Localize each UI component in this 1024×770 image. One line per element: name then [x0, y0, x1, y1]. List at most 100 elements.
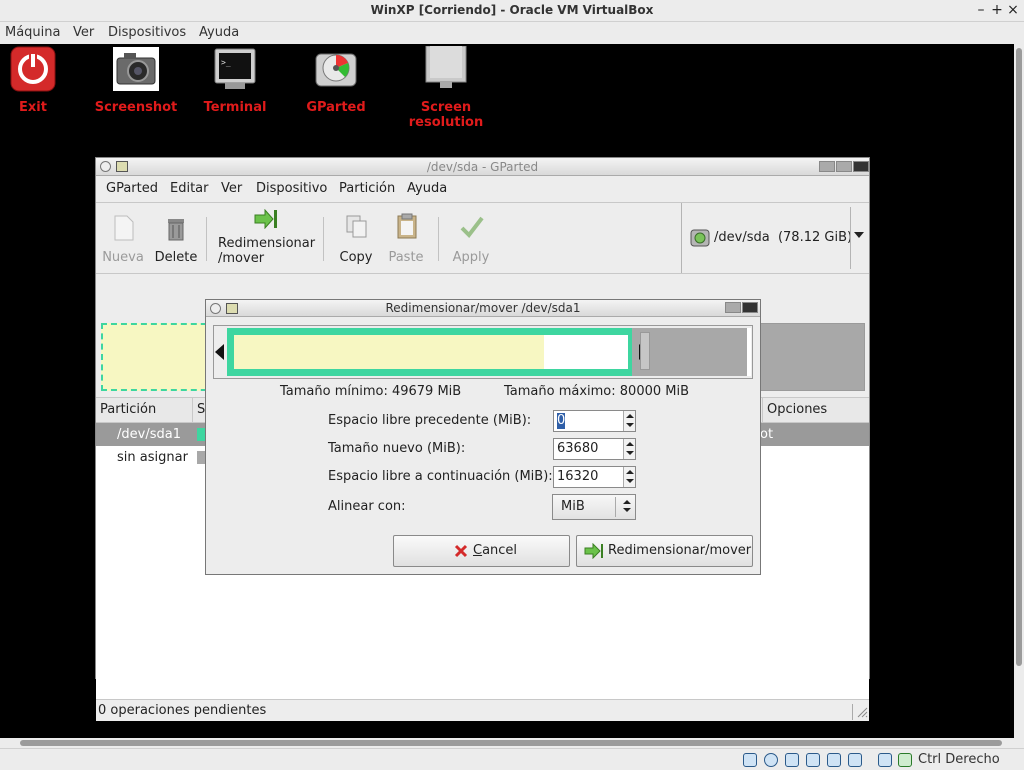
new-size-spinbox[interactable]: 63680	[553, 438, 636, 460]
maximize-button[interactable]	[836, 161, 852, 172]
delete-button[interactable]: Delete	[150, 203, 202, 273]
resize-grip-icon[interactable]	[856, 706, 868, 718]
checkmark-icon	[460, 216, 484, 239]
host-minimize-button[interactable]: –	[973, 1, 989, 19]
resize-partition-map	[213, 325, 753, 379]
free-before-value[interactable]: 0	[557, 413, 566, 429]
spin-down-icon[interactable]	[626, 451, 634, 455]
device-selector[interactable]: /dev/sda (78.12 GiB)	[681, 203, 869, 273]
new-button[interactable]: Nueva	[98, 203, 148, 273]
spin-stepper[interactable]	[623, 411, 635, 431]
desktop-icon-terminal[interactable]: >_ Terminal	[185, 46, 285, 115]
monitor-icon	[425, 45, 467, 88]
hard-disk-icon[interactable]	[743, 753, 757, 767]
toolbar-separator	[438, 217, 439, 261]
spin-up-icon[interactable]	[626, 442, 634, 446]
terminal-icon: >_	[214, 48, 256, 89]
chevron-down-icon	[623, 508, 631, 512]
display-icon[interactable]	[827, 753, 841, 767]
free-space-bar	[544, 335, 628, 369]
dialog-title: Redimensionar/mover /dev/sda1	[385, 301, 581, 315]
pending-operations-text: 0 operaciones pendientes	[98, 703, 267, 718]
column-header-particion[interactable]: Partición	[96, 398, 193, 422]
chevron-down-icon[interactable]	[854, 232, 864, 238]
camera-icon	[113, 47, 159, 91]
close-button[interactable]	[742, 302, 758, 313]
scrollbar-thumb[interactable]	[20, 740, 1002, 746]
usb-icon[interactable]	[785, 753, 799, 767]
desktop-icon-label: Exit	[19, 100, 47, 115]
spin-down-icon[interactable]	[626, 479, 634, 483]
menu-ver[interactable]: Ver	[221, 181, 242, 197]
menu-particion[interactable]: Partición	[339, 181, 395, 197]
gparted-menu-bar: GParted Editar Ver Dispositivo Partición…	[96, 177, 869, 201]
used-space-bar	[234, 335, 544, 369]
menu-ayuda[interactable]: Ayuda	[407, 181, 447, 197]
fs-color-swatch	[197, 428, 205, 441]
copy-button[interactable]: Copy	[332, 203, 380, 273]
desktop-icon-screenshot[interactable]: Screenshot	[86, 46, 186, 115]
optical-drive-icon[interactable]	[764, 753, 778, 767]
host-key-arrow-icon[interactable]	[898, 753, 912, 767]
min-size-label: Tamaño mínimo: 49679 MiB	[280, 384, 462, 399]
spin-up-icon[interactable]	[626, 470, 634, 474]
dialog-title-bar[interactable]: Redimensionar/mover /dev/sda1	[206, 300, 760, 317]
scrollbar-thumb[interactable]	[1016, 48, 1022, 666]
resize-move-label: Redimensionar/mover	[608, 543, 752, 558]
hard-disk-icon	[690, 229, 710, 247]
close-button[interactable]	[853, 161, 869, 172]
host-menu-dispositivos[interactable]: Dispositivos	[108, 24, 186, 42]
host-status-bar: Ctrl Derecho	[0, 748, 1024, 770]
menu-gparted[interactable]: GParted	[106, 181, 158, 197]
gparted-title-bar[interactable]: /dev/sda - GParted	[96, 158, 869, 176]
desktop-icon-label: Screen resolution	[408, 100, 484, 130]
host-maximize-button[interactable]: +	[989, 1, 1005, 19]
resize-move-confirm-button[interactable]: Redimensionar/mover	[576, 535, 753, 567]
desktop-icon-label: Terminal	[203, 100, 267, 115]
column-header-opciones[interactable]: Opciones	[762, 398, 869, 422]
host-menu-maquina[interactable]: Máquina	[5, 24, 61, 42]
network-icon[interactable]	[848, 753, 862, 767]
combo-separator	[850, 207, 851, 269]
host-close-button[interactable]: ×	[1005, 1, 1021, 19]
spin-stepper[interactable]	[623, 467, 635, 487]
host-key-label: Ctrl Derecho	[918, 752, 1000, 767]
desktop-icon-screen-resolution[interactable]: Screen resolution	[386, 45, 506, 130]
drag-handle[interactable]	[640, 332, 650, 370]
shared-folders-icon[interactable]	[806, 753, 820, 767]
host-menu-ver[interactable]: Ver	[73, 24, 94, 42]
power-icon	[10, 46, 56, 92]
menu-dispositivo[interactable]: Dispositivo	[256, 181, 327, 197]
host-vertical-scrollbar[interactable]	[1014, 44, 1024, 738]
spin-stepper[interactable]	[623, 439, 635, 459]
free-after-value[interactable]: 16320	[557, 469, 598, 485]
new-size-value[interactable]: 63680	[557, 441, 598, 457]
fs-color-swatch	[197, 451, 205, 464]
resize-arrow-icon	[254, 209, 277, 229]
max-size-label: Tamaño máximo: 80000 MiB	[504, 384, 690, 399]
apply-button[interactable]: Apply	[446, 203, 496, 273]
cancel-button[interactable]: Cancel	[393, 535, 570, 567]
free-after-spinbox[interactable]: 16320	[553, 466, 636, 488]
align-combo[interactable]: MiB	[552, 494, 636, 520]
resize-move-button[interactable]: Redimensionar /mover	[214, 203, 318, 273]
resize-left-handle-icon[interactable]	[215, 344, 224, 360]
combo-separator	[615, 497, 616, 517]
desktop-icon-gparted[interactable]: GParted	[286, 46, 386, 115]
paste-button[interactable]: Paste	[382, 203, 430, 273]
video-capture-icon[interactable]	[878, 753, 892, 767]
gparted-toolbar: Nueva Delete Redimensionar /mover Copy P…	[96, 202, 869, 274]
menu-editar[interactable]: Editar	[170, 181, 209, 197]
gparted-window-title: /dev/sda - GParted	[426, 160, 539, 174]
spin-up-icon[interactable]	[626, 414, 634, 418]
new-document-icon	[114, 215, 134, 241]
host-menu-ayuda[interactable]: Ayuda	[199, 24, 239, 42]
maximize-button[interactable]	[725, 302, 741, 313]
row-partition-name: /dev/sda1	[117, 427, 181, 442]
minimize-button[interactable]	[819, 161, 835, 172]
guest-display[interactable]: Exit Screenshot >_ Terminal GParted Scre…	[0, 44, 1014, 738]
host-horizontal-scrollbar[interactable]	[0, 738, 1024, 748]
free-before-spinbox[interactable]: 0	[553, 410, 636, 432]
desktop-icon-exit[interactable]: Exit	[0, 46, 83, 115]
spin-down-icon[interactable]	[626, 423, 634, 427]
